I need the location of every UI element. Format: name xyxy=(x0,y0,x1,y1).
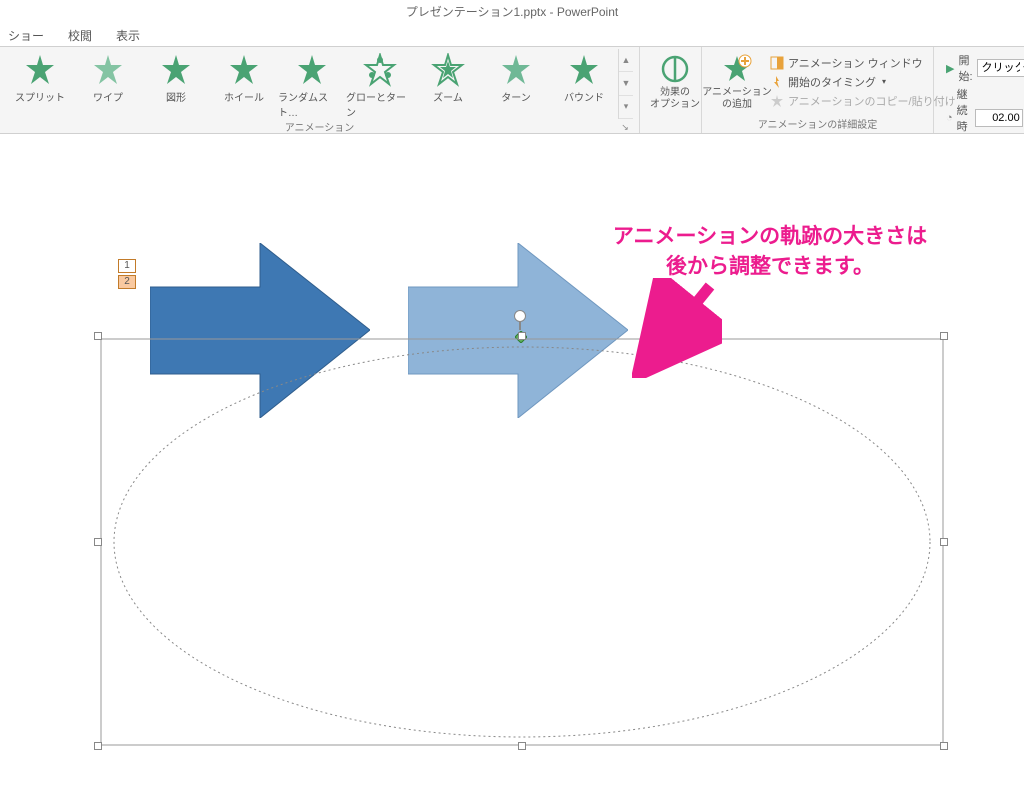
trigger-icon xyxy=(770,75,784,89)
anim-split-label: スプリット xyxy=(15,89,65,104)
gallery-scroll-down[interactable]: ▼ xyxy=(619,72,633,95)
window-title: プレゼンテーション1.pptx - PowerPoint xyxy=(406,3,618,20)
anim-wheel-label: ホイール xyxy=(224,89,264,104)
anim-bounce[interactable]: バウンド xyxy=(550,49,618,119)
gallery-more[interactable]: ▾ xyxy=(619,96,633,119)
add-animation-button[interactable]: アニメーション の追加 xyxy=(708,49,766,111)
group-animation: スプリット ワイプ 図形 ホイール ランダムスト… xyxy=(0,47,640,133)
sel-handle-s[interactable] xyxy=(518,742,526,750)
trigger-button[interactable]: 開始のタイミング▾ xyxy=(770,74,956,90)
effect-options-icon xyxy=(659,53,691,85)
sel-handle-se[interactable] xyxy=(940,742,948,750)
anim-shape-label: 図形 xyxy=(166,89,186,104)
sel-handle-e[interactable] xyxy=(940,538,948,546)
painter-icon xyxy=(770,94,784,108)
anim-randombars-label: ランダムスト… xyxy=(278,89,346,119)
animation-gallery: スプリット ワイプ 図形 ホイール ランダムスト… xyxy=(6,49,618,119)
anim-wipe[interactable]: ワイプ xyxy=(74,49,142,119)
anim-zoom-label: ズーム xyxy=(433,89,463,104)
animation-tag-1[interactable]: 1 xyxy=(118,259,136,273)
anim-randombars[interactable]: ランダムスト… xyxy=(278,49,346,119)
anim-wheel[interactable]: ホイール xyxy=(210,49,278,119)
slide-canvas[interactable]: 1 2 アニメーションの軌跡の大きさは 後から調整できます。 xyxy=(0,134,1024,809)
anim-turn[interactable]: ターン xyxy=(482,49,550,119)
motion-path-selection[interactable] xyxy=(97,335,947,749)
gallery-scroll: ▲ ▼ ▾ xyxy=(618,49,633,119)
anim-turn-label: ターン xyxy=(501,89,531,104)
duration-input[interactable] xyxy=(975,109,1023,127)
effect-options-button[interactable]: 効果の オプション xyxy=(646,49,704,111)
sel-handle-w[interactable] xyxy=(94,538,102,546)
group-animation-launcher[interactable]: ↘ xyxy=(619,122,631,134)
sel-handle-sw[interactable] xyxy=(94,742,102,750)
anim-wipe-label: ワイプ xyxy=(93,89,123,104)
clock-icon: ◔ xyxy=(946,112,953,124)
ribbon: スプリット ワイプ 図形 ホイール ランダムスト… xyxy=(0,46,1024,134)
start-label: 開始: xyxy=(958,52,972,84)
sel-handle-nw[interactable] xyxy=(94,332,102,340)
tab-review[interactable]: 校閲 xyxy=(64,25,96,46)
annotation-text: アニメーションの軌跡の大きさは 後から調整できます。 xyxy=(585,222,955,283)
anim-bounce-label: バウンド xyxy=(564,89,604,104)
title-bar: プレゼンテーション1.pptx - PowerPoint xyxy=(0,0,1024,22)
animation-pane-button[interactable]: アニメーション ウィンドウ xyxy=(770,55,956,71)
sel-handle-n[interactable] xyxy=(518,332,526,340)
anim-growturn[interactable]: グローとターン xyxy=(346,49,414,119)
group-advanced-animation: アニメーション の追加 アニメーション ウィンドウ 開始のタイミング▾ アニメー… xyxy=(702,47,934,133)
anim-shape[interactable]: 図形 xyxy=(142,49,210,119)
animation-painter-button: アニメーションのコピー/貼り付け xyxy=(770,93,956,109)
anim-split[interactable]: スプリット xyxy=(6,49,74,119)
effect-options-label: 効果の オプション xyxy=(650,87,700,111)
anim-zoom[interactable]: ズーム xyxy=(414,49,482,119)
tab-view[interactable]: 表示 xyxy=(112,25,144,46)
rotation-handle[interactable] xyxy=(514,310,526,322)
add-animation-icon xyxy=(721,53,753,85)
sel-handle-ne[interactable] xyxy=(940,332,948,340)
group-effect-options: 効果の オプション xyxy=(640,47,702,133)
ribbon-tabs: ショー 校閲 表示 xyxy=(0,22,1024,46)
group-advanced-label: アニメーションの詳細設定 xyxy=(708,116,927,133)
group-timing: ▶ 開始: クリック時 ◔ 継続時間: ◕ 遅延: タイミ xyxy=(934,47,1024,133)
gallery-scroll-up[interactable]: ▲ xyxy=(619,49,633,72)
animation-pane-icon xyxy=(770,56,784,70)
start-select[interactable]: クリック時 xyxy=(977,59,1024,77)
add-animation-label: アニメーション の追加 xyxy=(702,87,772,111)
annotation-arrow-icon xyxy=(632,278,722,378)
play-icon: ▶ xyxy=(946,62,954,75)
tab-slideshow[interactable]: ショー xyxy=(4,25,48,46)
anim-growturn-label: グローとターン xyxy=(346,89,414,119)
animation-tag-2[interactable]: 2 xyxy=(118,275,136,289)
